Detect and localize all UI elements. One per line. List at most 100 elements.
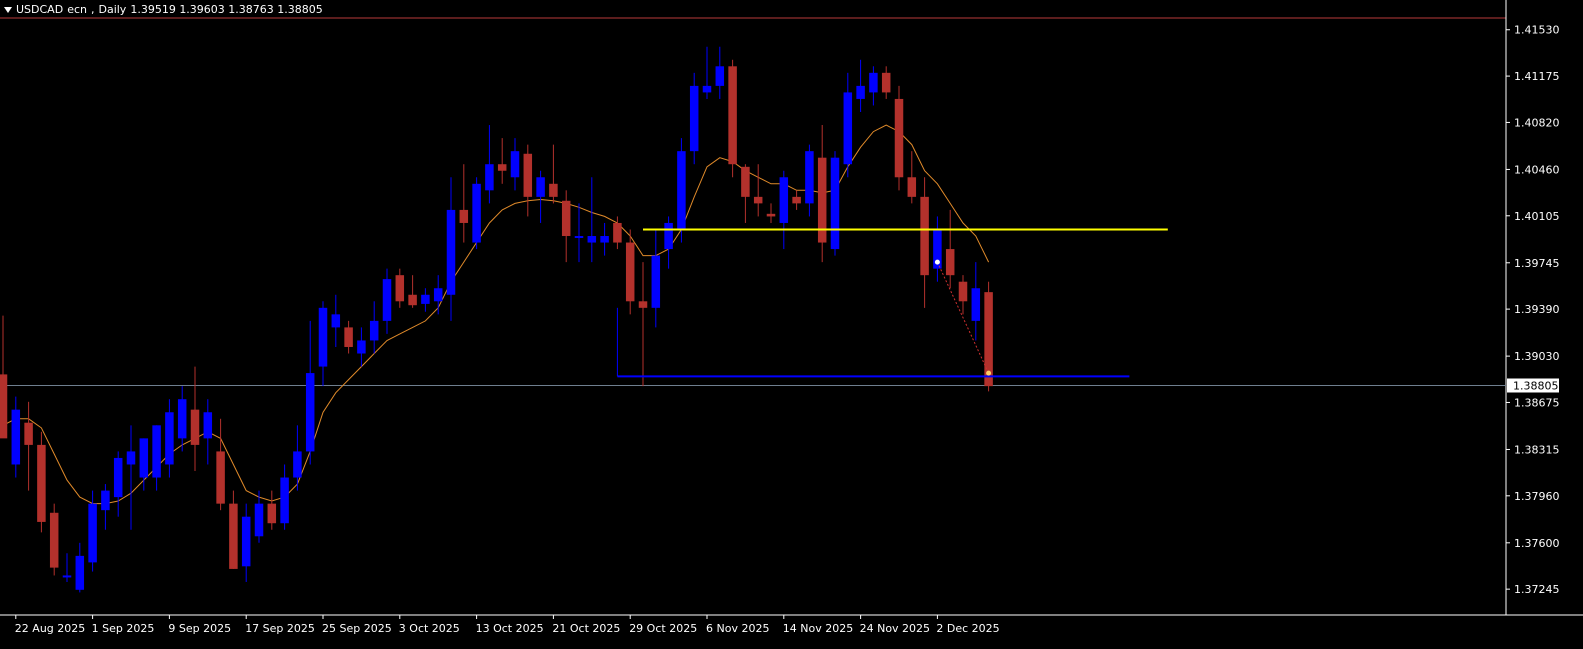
bullish-candle[interactable] bbox=[702, 85, 712, 93]
bearish-candle[interactable] bbox=[920, 196, 929, 276]
bullish-candle[interactable] bbox=[856, 85, 865, 99]
bearish-candle[interactable] bbox=[549, 183, 558, 197]
bullish-candle[interactable] bbox=[715, 66, 725, 86]
bullish-candle[interactable] bbox=[113, 457, 123, 498]
x-tick-label: 2 Dec 2025 bbox=[936, 622, 999, 635]
x-tick-label: 29 Oct 2025 bbox=[629, 622, 697, 635]
bearish-candle[interactable] bbox=[267, 503, 277, 524]
bullish-candle[interactable] bbox=[433, 288, 443, 302]
bearish-candle[interactable] bbox=[625, 242, 635, 302]
bearish-candle[interactable] bbox=[792, 196, 801, 204]
bullish-candle[interactable] bbox=[165, 412, 174, 465]
bearish-candle[interactable] bbox=[958, 281, 968, 302]
bearish-candle[interactable] bbox=[523, 153, 533, 197]
bearish-candle[interactable] bbox=[408, 294, 417, 306]
bullish-candle[interactable] bbox=[126, 451, 136, 465]
bullish-candle[interactable] bbox=[536, 177, 545, 197]
chart-area[interactable]: 1.41530 1.41175 1.40820 1.40460 1.40105 1.397… bbox=[0, 0, 1583, 645]
bullish-candle[interactable] bbox=[779, 177, 789, 223]
bearish-candle[interactable] bbox=[0, 374, 8, 439]
y-tick-label: 1.41530 bbox=[1514, 24, 1560, 37]
y-tick-label: 1.40105 bbox=[1514, 210, 1560, 223]
bullish-candle[interactable] bbox=[510, 151, 520, 178]
bullish-candle[interactable] bbox=[139, 438, 149, 478]
bullish-candle[interactable] bbox=[446, 209, 456, 295]
bearish-candle[interactable] bbox=[907, 177, 917, 197]
bearish-candle[interactable] bbox=[766, 213, 776, 217]
ohlc-values: 1.39519 1.39603 1.38763 1.38805 bbox=[130, 3, 323, 16]
bearish-candle[interactable] bbox=[741, 166, 750, 197]
bullish-candle[interactable] bbox=[280, 477, 289, 524]
bearish-candle[interactable] bbox=[24, 422, 33, 445]
account-label: ecn bbox=[67, 3, 87, 16]
bullish-candle[interactable] bbox=[152, 425, 161, 478]
bullish-candle[interactable] bbox=[254, 503, 264, 537]
bearish-candle[interactable] bbox=[894, 98, 904, 178]
bearish-candle[interactable] bbox=[229, 503, 238, 569]
bearish-candle[interactable] bbox=[945, 249, 955, 276]
bearish-candle[interactable] bbox=[190, 409, 200, 445]
x-tick-label: 9 Sep 2025 bbox=[168, 622, 231, 635]
timeframe-label: Daily bbox=[98, 3, 127, 16]
y-tick-label: 1.39745 bbox=[1514, 257, 1560, 270]
bearish-candle[interactable] bbox=[728, 66, 737, 165]
bullish-candle[interactable] bbox=[971, 288, 981, 321]
bearish-candle[interactable] bbox=[638, 301, 648, 308]
bullish-candle[interactable] bbox=[843, 92, 853, 165]
bullish-candle[interactable] bbox=[382, 279, 392, 321]
bullish-candle[interactable] bbox=[574, 236, 584, 239]
bullish-candle[interactable] bbox=[62, 575, 72, 578]
current-price-label: 1.38805 bbox=[1513, 379, 1559, 392]
bearish-candle[interactable] bbox=[881, 72, 891, 93]
bearish-candle[interactable] bbox=[613, 222, 622, 243]
trade-exit-marker[interactable] bbox=[986, 370, 992, 376]
bullish-candle[interactable] bbox=[369, 320, 379, 341]
bearish-candle[interactable] bbox=[497, 164, 507, 171]
collapse-arrow-icon[interactable] bbox=[4, 6, 12, 13]
bullish-candle[interactable] bbox=[869, 72, 878, 93]
y-tick-label: 1.39390 bbox=[1514, 303, 1560, 316]
bullish-candle[interactable] bbox=[651, 255, 661, 308]
bullish-candle[interactable] bbox=[689, 85, 699, 152]
bullish-candle[interactable] bbox=[241, 516, 251, 567]
y-tick-label: 1.40820 bbox=[1514, 116, 1560, 129]
price-chart[interactable]: 1.41530 1.41175 1.40820 1.40460 1.40105 1.397… bbox=[0, 0, 1583, 645]
y-tick-label: 1.38315 bbox=[1514, 443, 1560, 456]
bearish-candle[interactable] bbox=[49, 512, 59, 568]
y-tick-label: 1.39030 bbox=[1514, 350, 1560, 363]
bullish-candle[interactable] bbox=[305, 373, 315, 452]
bearish-candle[interactable] bbox=[561, 200, 571, 237]
bullish-candle[interactable] bbox=[587, 236, 597, 243]
bullish-candle[interactable] bbox=[293, 451, 302, 478]
bullish-candle[interactable] bbox=[830, 157, 840, 250]
bullish-candle[interactable] bbox=[318, 307, 328, 367]
bearish-candle[interactable] bbox=[344, 327, 353, 347]
bullish-candle[interactable] bbox=[357, 340, 366, 354]
bullish-candle[interactable] bbox=[485, 164, 494, 191]
y-tick-label: 1.37600 bbox=[1514, 537, 1560, 550]
trade-entry-marker[interactable] bbox=[934, 259, 940, 265]
bullish-candle[interactable] bbox=[664, 222, 673, 250]
bullish-candle[interactable] bbox=[88, 503, 97, 563]
bearish-candle[interactable] bbox=[753, 196, 763, 204]
bullish-candle[interactable] bbox=[11, 409, 21, 465]
bearish-candle[interactable] bbox=[216, 451, 225, 504]
bullish-candle[interactable] bbox=[421, 294, 430, 304]
chart-header: USDCAD ecn, Daily 1.39519 1.39603 1.38763… bbox=[4, 3, 323, 16]
bullish-candle[interactable] bbox=[203, 412, 213, 439]
bullish-candle[interactable] bbox=[677, 151, 686, 230]
bullish-candle[interactable] bbox=[600, 236, 609, 243]
bullish-candle[interactable] bbox=[472, 183, 481, 243]
x-tick-label: 6 Nov 2025 bbox=[706, 622, 769, 635]
bullish-candle[interactable] bbox=[101, 490, 110, 511]
bearish-candle[interactable] bbox=[459, 209, 469, 223]
bullish-candle[interactable] bbox=[75, 555, 85, 590]
y-tick-label: 1.37960 bbox=[1514, 490, 1560, 503]
bullish-candle[interactable] bbox=[331, 314, 341, 328]
bearish-candle[interactable] bbox=[37, 444, 46, 522]
x-tick-label: 22 Aug 2025 bbox=[15, 622, 85, 635]
x-tick-label: 13 Oct 2025 bbox=[476, 622, 544, 635]
bullish-candle[interactable] bbox=[177, 399, 187, 439]
bullish-candle[interactable] bbox=[805, 151, 814, 204]
bearish-candle[interactable] bbox=[395, 275, 405, 302]
